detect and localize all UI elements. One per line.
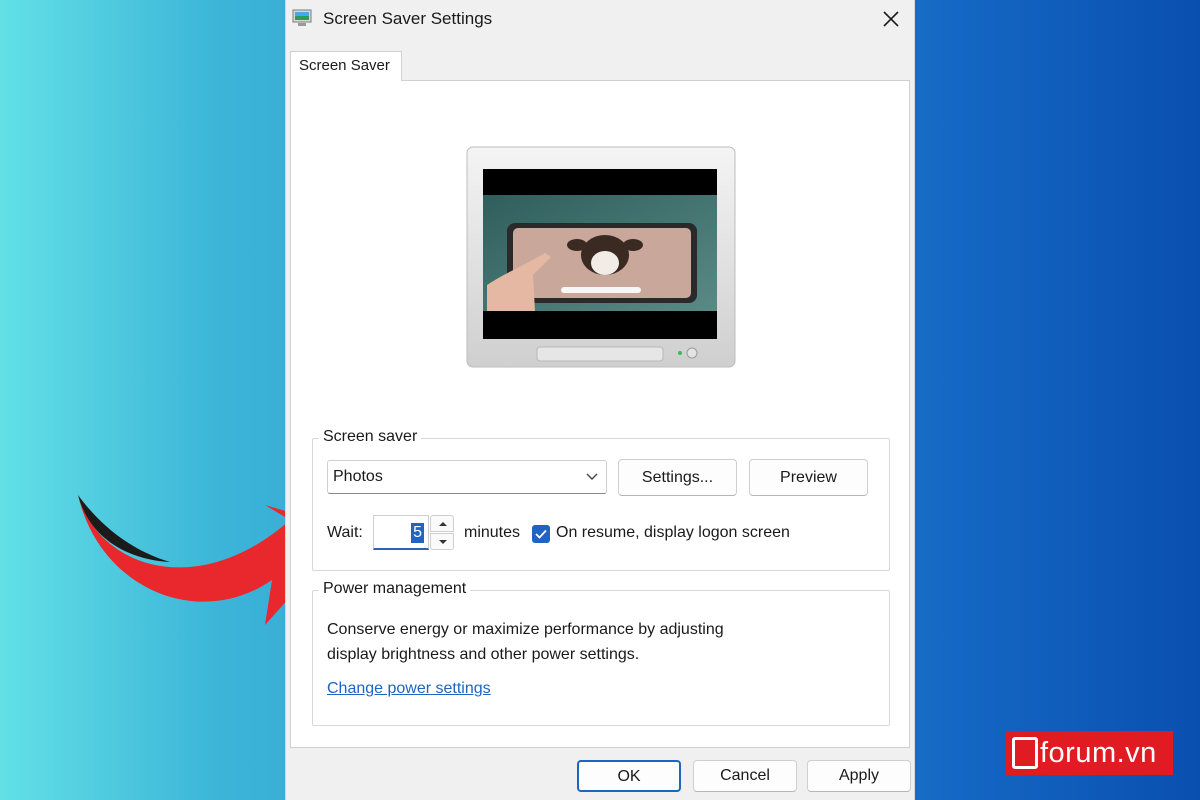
screen-saver-group-label: Screen saver [319, 428, 422, 446]
sforum-watermark: forum.vn [1006, 731, 1173, 775]
title-bar: Screen Saver Settings [286, 0, 916, 38]
minutes-label: minutes [464, 524, 521, 541]
cancel-button[interactable]: Cancel [693, 760, 797, 792]
power-management-group: Power management Conserve energy or maxi… [312, 580, 890, 726]
power-description-line-2: display brightness and other power setti… [327, 646, 640, 663]
wait-minutes-input[interactable]: 5 [373, 515, 429, 550]
window-title: Screen Saver Settings [323, 9, 493, 28]
wait-minutes-value: 5 [411, 523, 424, 543]
dog-on-tablet-photo [487, 223, 697, 311]
preview-button[interactable]: Preview [749, 459, 868, 496]
chevron-down-icon [439, 540, 447, 544]
chevron-up-icon [439, 522, 447, 526]
power-management-description: Conserve energy or maximize performance … [327, 617, 867, 667]
sforum-logo-icon [1012, 737, 1038, 769]
chevron-down-icon [586, 473, 598, 480]
monitor-icon [466, 146, 736, 368]
wait-spinner [430, 515, 454, 550]
wait-label: Wait: [327, 524, 363, 541]
apply-button[interactable]: Apply [807, 760, 911, 792]
resume-logon-label[interactable]: On resume, display logon screen [556, 524, 790, 542]
checkmark-icon [535, 529, 547, 539]
close-icon[interactable] [876, 4, 906, 34]
tab-screen-saver[interactable]: Screen Saver [290, 51, 402, 81]
resume-logon-checkbox[interactable] [532, 525, 550, 543]
screen-saver-group: Screen saver Photos Settings... Preview … [312, 428, 890, 571]
settings-button[interactable]: Settings... [618, 459, 737, 496]
change-power-settings-link[interactable]: Change power settings [327, 680, 491, 698]
screen-saver-selected: Photos [333, 468, 383, 485]
spin-up-button[interactable] [430, 515, 454, 532]
screen-saver-dropdown[interactable]: Photos [327, 460, 607, 494]
tab-panel: Screen saver Photos Settings... Preview … [290, 80, 910, 748]
watermark-text: forum.vn [1040, 737, 1157, 769]
power-management-group-label: Power management [319, 580, 471, 598]
screen-saver-dialog: Screen Saver Settings Screen Saver Scree… [285, 0, 915, 800]
spin-down-button[interactable] [430, 533, 454, 550]
ok-button[interactable]: OK [577, 760, 681, 792]
power-description-line-1: Conserve energy or maximize performance … [327, 621, 724, 638]
screen-saver-icon [292, 9, 312, 26]
